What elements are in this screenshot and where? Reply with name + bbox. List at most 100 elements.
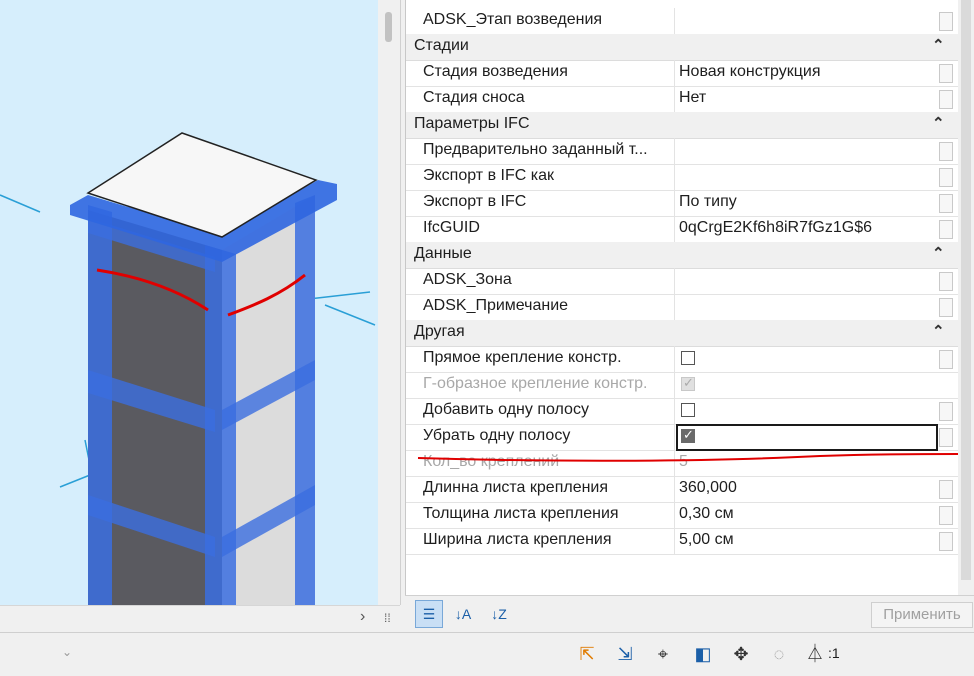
property-value[interactable]: 0qCrgE2Kf6h8iR7fGz1G$6 [679, 219, 872, 237]
properties-panel: ADSK_Этап возведения Стадии ⌃ Стадия возвед… [405, 0, 974, 632]
property-row[interactable]: Прямое крепление констр. [406, 346, 958, 373]
row-action-button[interactable] [939, 90, 953, 109]
chevron-down-icon[interactable]: ⌄ [62, 645, 72, 659]
property-row[interactable]: Экспорт в IFC По типу [406, 190, 958, 217]
group-title: Стадии [414, 37, 469, 54]
property-name: Ширина листа крепления [423, 531, 612, 548]
group-title: Другая [414, 323, 465, 340]
group-header[interactable]: Стадии ⌃ [406, 34, 958, 61]
row-action-button[interactable] [939, 12, 953, 31]
property-value[interactable]: 5,00 см [679, 531, 734, 549]
row-action-button[interactable] [939, 64, 953, 83]
3d-viewport[interactable] [0, 0, 378, 605]
property-name: IfcGUID [423, 219, 480, 236]
collapse-chevron-icon[interactable]: ⌃ [932, 322, 945, 340]
property-name: Прямое крепление констр. [423, 349, 622, 366]
viewport-horizontal-bar: › ⁞⁞ [0, 605, 400, 633]
resize-grip-icon[interactable]: ⁞⁞ [384, 611, 391, 625]
column-divider [674, 502, 675, 528]
property-checkbox[interactable] [681, 351, 695, 365]
property-value[interactable]: 0,30 см [679, 505, 734, 523]
collapse-chevron-icon[interactable]: ⌃ [932, 36, 945, 54]
sort-descending-icon[interactable]: ↓Z [485, 600, 513, 628]
sort-categorized-icon[interactable]: ☰ [415, 600, 443, 628]
row-action-button[interactable] [939, 298, 953, 317]
group-header[interactable]: Параметры IFC ⌃ [406, 112, 958, 139]
property-name: Экспорт в IFC [423, 193, 527, 210]
property-value[interactable]: 360,000 [679, 479, 737, 497]
column-divider [674, 216, 675, 242]
column-divider [674, 86, 675, 112]
column-divider [674, 528, 675, 554]
row-action-button[interactable] [939, 194, 953, 213]
property-row[interactable]: ADSK_Примечание [406, 294, 958, 321]
property-name: ADSK_Примечание [423, 297, 569, 314]
row-action-button[interactable] [939, 350, 953, 369]
row-action-button[interactable] [939, 142, 953, 161]
property-name: ADSK_Этап возведения [423, 11, 603, 28]
property-checkbox [681, 375, 695, 391]
property-name: Толщина листа крепления [423, 505, 619, 522]
property-row[interactable]: IfcGUID 0qCrgE2Kf6h8iR7fGz1G$6 [406, 216, 958, 243]
property-name: Г-образное крепление констр. [423, 375, 648, 392]
select-pinned-icon[interactable]: ⌖ [650, 641, 676, 667]
red-annotation [417, 453, 959, 462]
drag-elements-icon[interactable]: ✥ [728, 641, 754, 667]
property-row[interactable]: Толщина листа крепления 0,30 см [406, 502, 958, 529]
row-action-button[interactable] [939, 402, 953, 421]
select-underlay-icon[interactable]: ⇲ [612, 641, 638, 667]
property-row[interactable]: Г-образное крепление констр. [406, 372, 958, 399]
scroll-thumb[interactable] [385, 12, 392, 42]
property-row[interactable]: Длинна листа крепления 360,000 [406, 476, 958, 503]
scroll-thumb[interactable] [961, 0, 971, 580]
column-divider [674, 8, 675, 34]
property-name: Стадия возведения [423, 63, 568, 80]
property-row[interactable]: Стадия сноса Нет [406, 86, 958, 113]
group-header[interactable]: Данные ⌃ [406, 242, 958, 269]
select-by-face-icon[interactable]: ◧ [690, 641, 716, 667]
group-header[interactable]: Другая ⌃ [406, 320, 958, 347]
property-name: Предварительно заданный т... [423, 141, 648, 158]
property-row[interactable]: Стадия возведения Новая конструкция [406, 60, 958, 87]
property-value[interactable]: Нет [679, 89, 706, 107]
collapse-chevron-icon[interactable]: ⌃ [932, 244, 945, 262]
property-value[interactable]: Новая конструкция [679, 63, 821, 81]
property-name: Длинна листа крепления [423, 479, 609, 496]
status-bar: ⌄ ⇱ ⇲ ⌖ ◧ ✥ ◌ ⏃ :1 [0, 632, 974, 676]
property-row[interactable]: Ширина листа крепления 5,00 см [406, 528, 958, 555]
row-action-button[interactable] [939, 480, 953, 499]
column-divider [674, 138, 675, 164]
property-row[interactable]: Экспорт в IFC как [406, 164, 958, 191]
group-title: Данные [414, 245, 472, 262]
row-action-button[interactable] [939, 272, 953, 291]
property-value[interactable]: По типу [679, 193, 737, 211]
row-action-button[interactable] [939, 168, 953, 187]
property-row[interactable]: ADSK_Этап возведения [406, 8, 958, 35]
filter-icon[interactable]: ⏃ [802, 641, 828, 667]
collapse-chevron-icon[interactable]: ⌃ [932, 114, 945, 132]
select-links-icon[interactable]: ⇱ [574, 641, 600, 667]
column-model [0, 132, 376, 605]
properties-scrollbar[interactable] [958, 0, 974, 600]
group-title: Параметры IFC [414, 115, 530, 132]
property-name: ADSK_Зона [423, 271, 512, 288]
property-checkbox[interactable] [681, 403, 695, 417]
column-divider [674, 268, 675, 294]
row-action-button[interactable] [939, 506, 953, 525]
background-process-icon[interactable]: ◌ [766, 641, 792, 667]
row-action-button[interactable] [939, 220, 953, 239]
property-row[interactable]: Предварительно заданный т... [406, 138, 958, 165]
scroll-right-icon[interactable]: › [360, 608, 365, 626]
property-row[interactable]: ADSK_Зона [406, 268, 958, 295]
apply-button[interactable]: Применить [871, 602, 973, 628]
property-name: Добавить одну полосу [423, 401, 589, 418]
row-action-button[interactable] [939, 532, 953, 551]
sort-ascending-icon[interactable]: ↓A [449, 600, 477, 628]
property-name: Экспорт в IFC как [423, 167, 554, 184]
column-divider [674, 190, 675, 216]
viewport-scrollbar[interactable] [378, 0, 401, 605]
properties-toolbar: ☰ ↓A ↓Z Применить [405, 595, 974, 633]
property-row[interactable]: Добавить одну полосу [406, 398, 958, 425]
property-name: Стадия сноса [423, 89, 525, 106]
column-divider [674, 346, 675, 372]
